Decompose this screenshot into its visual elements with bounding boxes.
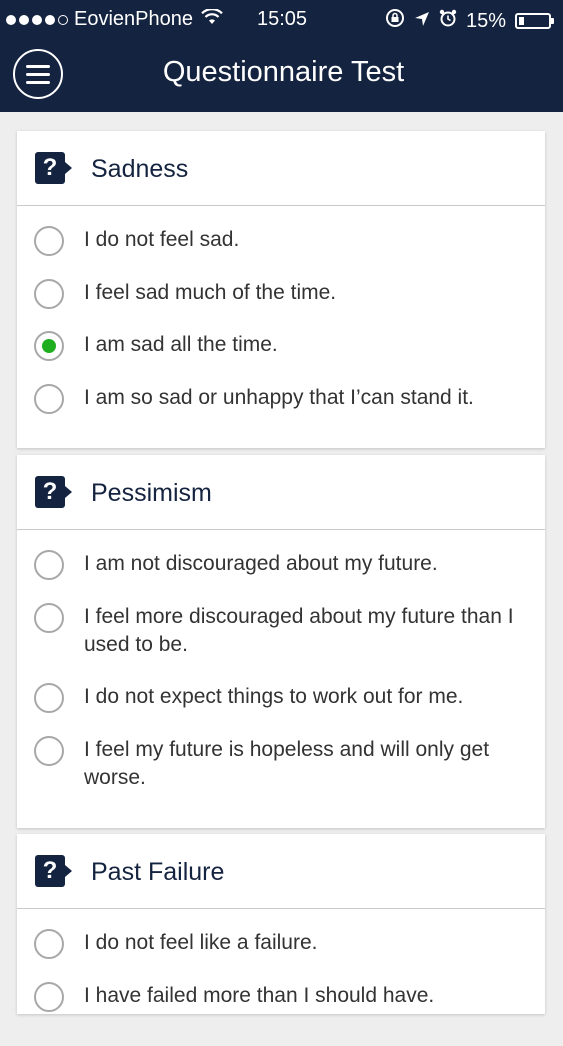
- answer-label: I am so sad or unhappy that I’can stand …: [84, 385, 474, 409]
- answer-label: I do not feel like a failure.: [84, 931, 318, 954]
- answer-option[interactable]: I do not feel sad.: [17, 226, 545, 256]
- alarm-clock-icon: [439, 9, 457, 33]
- radio-button[interactable]: [34, 383, 64, 414]
- answer-options: I do not feel sad. I feel sad much of th…: [17, 206, 545, 448]
- answer-option[interactable]: I am not discouraged about my future.: [17, 550, 545, 580]
- status-bar: EovienPhone 15:05 15%: [0, 0, 563, 40]
- answer-option-selected[interactable]: I am sad all the time.: [17, 331, 545, 361]
- question-header: ? Past Failure: [17, 834, 545, 909]
- answer-option[interactable]: I am so sad or unhappy that I’can stand …: [17, 383, 545, 414]
- radio-button[interactable]: [34, 929, 64, 959]
- answer-option[interactable]: I feel sad much of the time.: [17, 278, 545, 309]
- radio-button[interactable]: [34, 278, 64, 309]
- answer-option[interactable]: I feel more discouraged about my future …: [17, 602, 545, 659]
- answer-label: I feel sad much of the time.: [84, 280, 337, 304]
- location-arrow-icon: [414, 10, 430, 33]
- question-card-past-failure: ? Past Failure I do not feel like a fail…: [17, 834, 545, 1014]
- signal-strength-icon: [6, 14, 68, 25]
- question-header: ? Sadness: [17, 131, 545, 206]
- question-title: Past Failure: [91, 858, 225, 886]
- question-mark-icon: ?: [35, 855, 72, 887]
- answer-option[interactable]: I do not feel like a failure.: [17, 929, 545, 959]
- battery-icon: [515, 13, 554, 29]
- radio-button-selected[interactable]: [34, 331, 64, 361]
- radio-button[interactable]: [34, 602, 64, 633]
- answer-label: I am not discouraged about my future.: [84, 552, 438, 575]
- question-mark-icon: ?: [35, 152, 72, 184]
- radio-button[interactable]: [34, 735, 64, 766]
- question-title: Sadness: [91, 155, 189, 183]
- radio-button[interactable]: [34, 226, 64, 256]
- answer-label: I do not feel sad.: [84, 228, 240, 251]
- wifi-icon: [201, 8, 223, 31]
- answer-option[interactable]: I feel my future is hopeless and will on…: [17, 735, 545, 792]
- radio-button[interactable]: [34, 981, 64, 1012]
- rotation-lock-icon: [385, 8, 405, 34]
- page-title: Questionnaire Test: [162, 56, 405, 88]
- question-card-sadness: ? Sadness I do not feel sad. I feel sad …: [17, 131, 545, 448]
- question-header: ? Pessimism: [17, 455, 545, 530]
- question-card-pessimism: ? Pessimism I am not discouraged about m…: [17, 455, 545, 828]
- answer-label: I feel more discouraged about my future …: [84, 604, 514, 656]
- question-mark-icon: ?: [35, 476, 72, 508]
- radio-button[interactable]: [34, 683, 64, 713]
- radio-button[interactable]: [34, 550, 64, 580]
- answer-label: I have failed more than I should have.: [84, 983, 435, 1007]
- answer-option[interactable]: I have failed more than I should have.: [17, 981, 545, 1012]
- status-time: 15:05: [257, 8, 308, 30]
- answer-options: I do not feel like a failure. I have fai…: [17, 909, 545, 1046]
- answer-label: I do not expect things to work out for m…: [84, 685, 464, 708]
- answer-label: I feel my future is hopeless and will on…: [84, 737, 490, 789]
- answer-option[interactable]: I do not expect things to work out for m…: [17, 683, 545, 713]
- question-title: Pessimism: [91, 479, 212, 507]
- battery-percent: 15%: [465, 9, 506, 32]
- carrier-name: EovienPhone: [74, 8, 193, 30]
- answer-options: I am not discouraged about my future. I …: [17, 530, 545, 828]
- top-app-bar: EovienPhone 15:05 15% Questionnaire Test: [0, 0, 563, 112]
- answer-label: I am sad all the time.: [84, 333, 278, 356]
